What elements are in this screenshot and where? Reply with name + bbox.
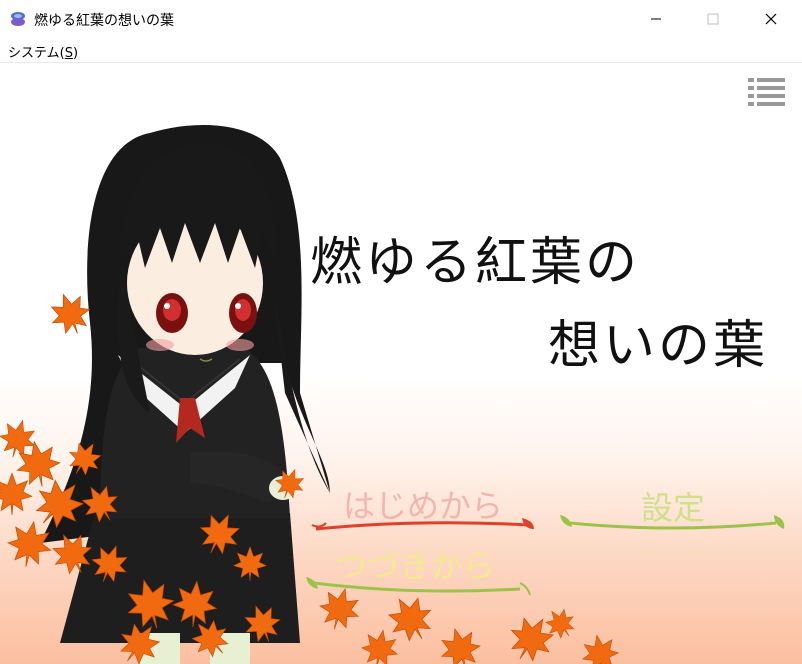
menu-system-close: ) xyxy=(72,46,79,61)
menu-system-accesskey: S xyxy=(64,46,73,61)
window-titlebar: 燃ゆる紅葉の想いの葉 xyxy=(0,0,802,38)
continue-button[interactable]: つづきから xyxy=(300,541,531,603)
game-title-line2: 想いの葉 xyxy=(548,316,769,376)
minimize-icon xyxy=(651,18,661,20)
maximize-icon xyxy=(707,13,719,25)
game-screen: 燃ゆる紅葉の 想いの葉 はじめから つづきから 設定 xyxy=(0,63,802,664)
settings-underline-icon xyxy=(560,515,785,530)
start-button[interactable]: はじめから xyxy=(308,481,538,541)
maximize-button[interactable] xyxy=(690,0,736,38)
game-title-line1: 燃ゆる紅葉の xyxy=(310,233,641,293)
window-title: 燃ゆる紅葉の想いの葉 xyxy=(34,13,174,29)
minimize-button[interactable] xyxy=(633,0,679,38)
settings-button[interactable]: 設定 xyxy=(556,483,790,543)
start-underline-icon xyxy=(311,518,534,531)
menu-system-label: システム( xyxy=(8,46,65,61)
close-button[interactable] xyxy=(748,0,794,38)
menu-bar: システム(S) xyxy=(0,38,802,63)
close-icon xyxy=(765,13,777,25)
app-icon xyxy=(11,12,25,26)
continue-underline-icon xyxy=(306,577,531,596)
menu-system[interactable]: システム(S) xyxy=(8,42,78,61)
